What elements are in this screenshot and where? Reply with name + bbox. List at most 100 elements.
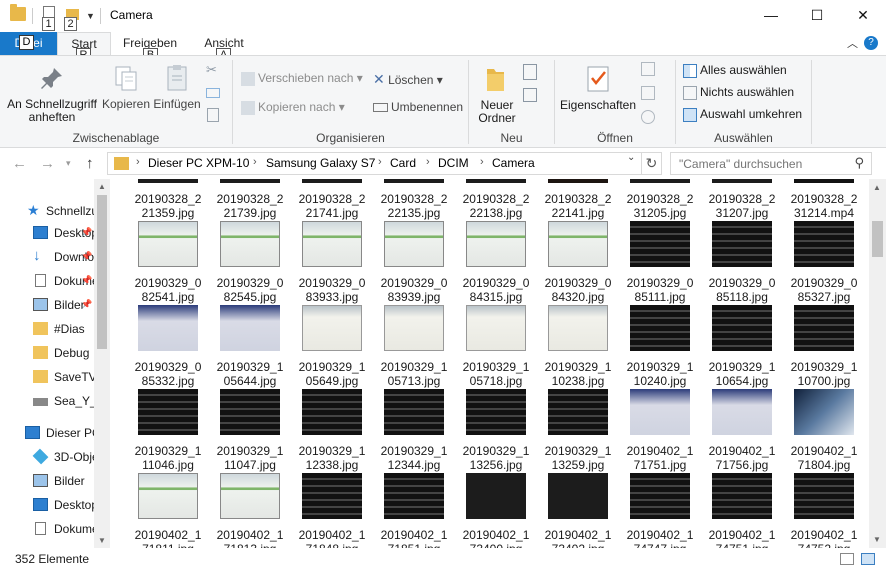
file-item[interactable]: 20190402_174747.jpg [622, 473, 698, 548]
nav-item-3d-objects[interactable]: 3D-Objekte [0, 446, 94, 468]
scroll-up-icon[interactable]: ▲ [98, 182, 106, 191]
file-item[interactable]: 20190329_1 12338.jpg [294, 389, 370, 473]
file-item[interactable]: 20190328_2 31214.mp4 [786, 179, 862, 221]
file-item[interactable]: 20190328_2 31207.jpg [704, 179, 780, 221]
file-item[interactable]: 20190402_171848.jpg [294, 473, 370, 548]
new-item-icon[interactable] [523, 64, 537, 80]
file-item[interactable]: 20190329_1 10240.jpg [622, 305, 698, 389]
properties-button[interactable]: Eigenschaften [557, 64, 639, 112]
file-item[interactable]: 20190402_174751.jpg [704, 473, 780, 548]
nav-item-downloads[interactable]: ↓ Downloads 📌 [0, 246, 94, 268]
file-item[interactable]: 20190329_1 05718.jpg [458, 305, 534, 389]
tab-file[interactable]: Datei D [0, 32, 57, 56]
file-item[interactable]: 20190329_1 10238.jpg [540, 305, 616, 389]
nav-item-desktop[interactable]: Desktop 📌 [0, 222, 94, 244]
file-item[interactable]: 20190329_0 82541.jpg [130, 221, 206, 305]
address-dropdown-icon[interactable]: ⌄ [627, 152, 635, 163]
scrollbar-thumb[interactable] [97, 195, 107, 349]
nav-item-desktop-pc[interactable]: Desktop [0, 494, 94, 516]
file-item[interactable]: 20190328_2 31205.jpg [622, 179, 698, 221]
file-item[interactable]: 20190329_0 82545.jpg [212, 221, 288, 305]
file-item[interactable]: 20190402_1 71751.jpg [622, 389, 698, 473]
file-item[interactable]: 20190329_1 05644.jpg [212, 305, 288, 389]
file-item[interactable]: 20190402_171813.jpg [212, 473, 288, 548]
file-item[interactable]: 20190329_1 11046.jpg [130, 389, 206, 473]
file-item[interactable]: 20190329_1 10654.jpg [704, 305, 780, 389]
scroll-up-icon[interactable]: ▲ [873, 183, 881, 192]
search-input[interactable] [671, 153, 841, 174]
file-item[interactable]: 20190328_2 22141.jpg [540, 179, 616, 221]
file-item[interactable]: 20190328_2 22135.jpg [376, 179, 452, 221]
nav-item-dias[interactable]: #Dias [0, 318, 94, 340]
forward-button[interactable]: → [40, 155, 55, 172]
nav-item-savetv[interactable]: SaveTV [0, 366, 94, 388]
recent-locations-icon[interactable]: ▾ [66, 158, 71, 169]
search-box[interactable]: ⚲ [670, 152, 872, 175]
back-button[interactable]: ← [12, 155, 27, 172]
scroll-down-icon[interactable]: ▼ [873, 535, 881, 544]
file-item[interactable]: 20190402_1 71756.jpg [704, 389, 780, 473]
file-item[interactable]: 20190402_171851.jpg [376, 473, 452, 548]
refresh-button[interactable]: ↻ [642, 152, 662, 175]
up-button[interactable]: ↑ [86, 155, 94, 172]
breadcrumb-dcim[interactable]: DCIM [438, 156, 469, 170]
large-icons-view-icon[interactable] [861, 553, 875, 565]
edit-icon[interactable] [641, 86, 655, 100]
file-item[interactable]: 20190329_0 85332.jpg [130, 305, 206, 389]
file-item[interactable]: 20190329_1 13256.jpg [458, 389, 534, 473]
file-item[interactable]: 20190329_0 84315.jpg [458, 221, 534, 305]
file-item[interactable]: 20190329_0 83933.jpg [294, 221, 370, 305]
copy-button[interactable]: Kopieren [100, 64, 152, 111]
close-button[interactable]: ✕ [840, 0, 886, 32]
search-icon[interactable]: ⚲ [854, 155, 864, 171]
breadcrumb-camera[interactable]: Camera [492, 156, 535, 170]
address-bar[interactable]: › Dieser PC XPM-10 › Samsung Galaxy S7 ›… [107, 152, 642, 175]
file-item[interactable]: 20190402_173400.jpg [458, 473, 534, 548]
file-item[interactable]: 20190329_0 85118.jpg [704, 221, 780, 305]
nav-pane-scrollbar[interactable]: ▲ ▼ [94, 179, 110, 548]
file-item[interactable]: 20190329_1 05713.jpg [376, 305, 452, 389]
nav-item-pictures[interactable]: Bilder 📌 [0, 294, 94, 316]
file-item[interactable]: 20190402_173402.jpg [540, 473, 616, 548]
paste-shortcut-icon[interactable] [207, 108, 219, 122]
rename-button[interactable]: Umbenennen [373, 100, 463, 114]
file-item[interactable]: 20190402_174752.jpg [786, 473, 862, 548]
file-item[interactable]: 20190329_1 12344.jpg [376, 389, 452, 473]
minimize-button[interactable]: — [748, 0, 794, 32]
file-item[interactable]: 20190329_0 83939.jpg [376, 221, 452, 305]
file-item[interactable]: 20190328_2 22138.jpg [458, 179, 534, 221]
pin-quick-access-button[interactable]: An Schnellzugriff anheften [4, 66, 100, 124]
scroll-down-icon[interactable]: ▼ [98, 536, 106, 545]
new-folder-button[interactable]: Neuer Ordner [473, 64, 521, 125]
maximize-button[interactable]: ☐ [794, 0, 840, 32]
copy-to-button[interactable]: Kopieren nach ▾ [241, 100, 345, 115]
select-none-button[interactable]: Nichts auswählen [683, 85, 794, 100]
file-item[interactable]: 20190329_1 11047.jpg [212, 389, 288, 473]
file-item[interactable]: 20190329_0 84320.jpg [540, 221, 616, 305]
file-item[interactable]: 20190328_2 21739.jpg [212, 179, 288, 221]
nav-item-sea-drive[interactable]: Sea_Y_2 [0, 390, 94, 412]
file-item[interactable]: 20190329_0 85111.jpg [622, 221, 698, 305]
invert-selection-button[interactable]: Auswahl umkehren [683, 107, 802, 122]
help-icon[interactable]: ? [864, 36, 878, 50]
file-item[interactable]: 20190329_1 10700.jpg [786, 305, 862, 389]
move-to-button[interactable]: Verschieben nach ▾ [241, 71, 363, 86]
nav-item-documents-pc[interactable]: Dokumente [0, 518, 94, 540]
select-all-button[interactable]: Alles auswählen [683, 63, 787, 78]
customize-quick-access-icon[interactable]: ▼ [86, 11, 95, 21]
breadcrumb-device[interactable]: Samsung Galaxy S7 [266, 156, 375, 170]
nav-item-this-pc[interactable]: Dieser PC [0, 422, 94, 444]
nav-item-debug[interactable]: Debug [0, 342, 94, 364]
file-item[interactable]: 20190329_1 13259.jpg [540, 389, 616, 473]
cut-icon[interactable]: ✂ [206, 62, 217, 78]
breadcrumb-card[interactable]: Card [390, 156, 416, 170]
history-icon[interactable] [641, 110, 655, 124]
file-item[interactable]: 20190328_2 21359.jpg [130, 179, 206, 221]
nav-item-pictures-pc[interactable]: Bilder [0, 470, 94, 492]
collapse-ribbon-icon[interactable]: ︿ [847, 35, 858, 51]
scrollbar-thumb[interactable] [872, 221, 883, 257]
copy-path-icon[interactable] [206, 88, 220, 98]
file-item[interactable]: 20190402_1 71804.jpg [786, 389, 862, 473]
file-item[interactable]: 20190329_1 05649.jpg [294, 305, 370, 389]
breadcrumb-this-pc[interactable]: Dieser PC XPM-10 [148, 156, 249, 170]
